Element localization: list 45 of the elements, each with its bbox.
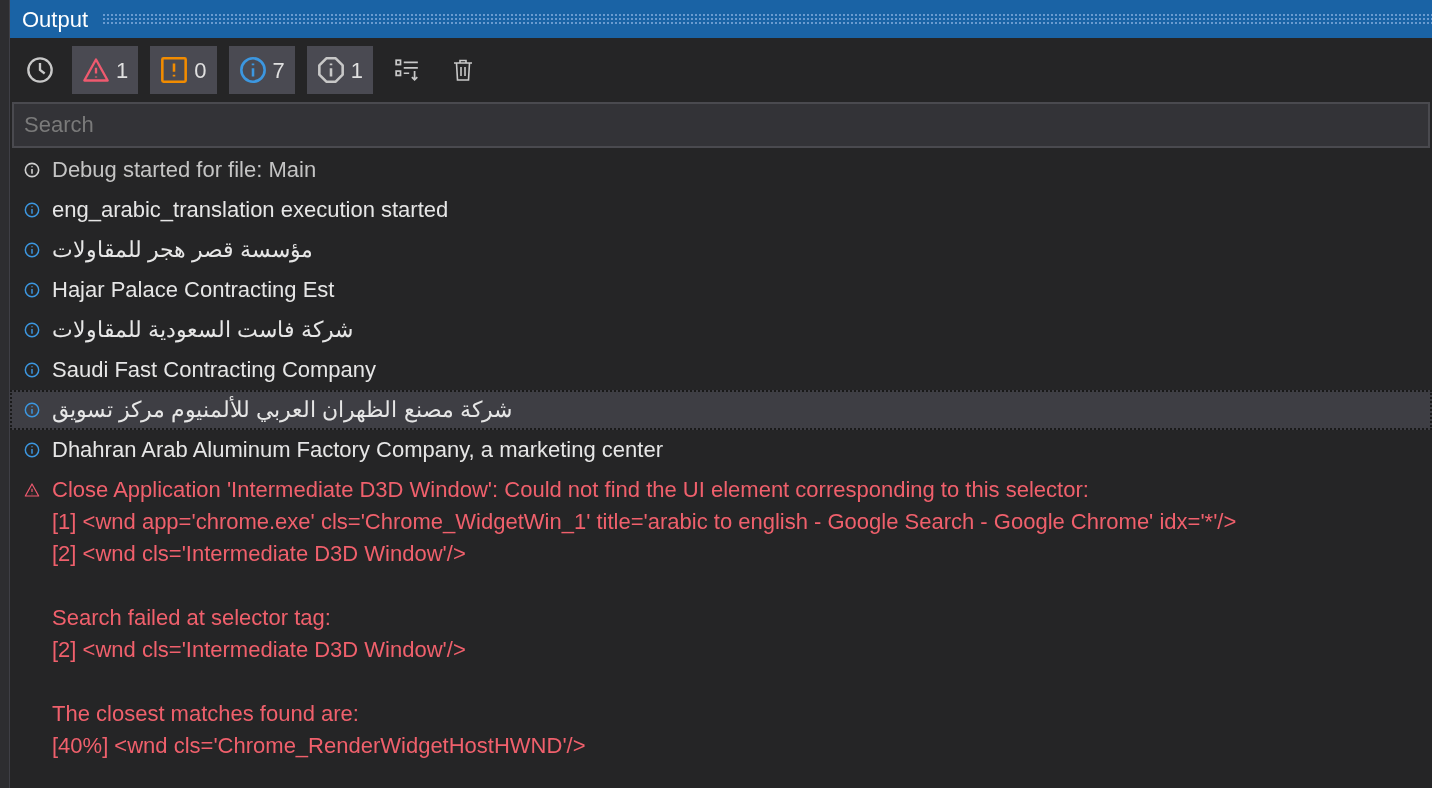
clock-icon: [26, 56, 54, 84]
info-icon: [24, 402, 40, 418]
info-icon: [238, 56, 267, 84]
log-message: [2] <wnd cls='Intermediate D3D Window'/>: [52, 540, 467, 568]
log-entry[interactable]: Debug started for file: Main: [10, 150, 1432, 190]
trash-icon: [451, 57, 475, 83]
info-icon: [24, 282, 40, 298]
info-icon: [24, 162, 40, 178]
filter-toggle[interactable]: 1: [72, 46, 139, 94]
log-message: The closest matches found are:: [52, 700, 360, 728]
info-icon: [24, 442, 40, 458]
info-icon: [24, 242, 40, 258]
info-octagon-icon: [316, 56, 345, 84]
info-icon: [24, 362, 40, 378]
warning-icon: [82, 56, 110, 84]
log-message: Close Application 'Intermediate D3D Window': Could not find the UI element corresponding to this selector:: [52, 476, 1090, 504]
log-entry[interactable]: مؤسسة قصر هجر للمقاولات: [10, 230, 1432, 270]
log-message: Hajar Palace Contracting Est: [52, 276, 335, 304]
log-entry[interactable]: شركة مصنع الظهران العربي للألمنيوم مركز تسويق: [10, 390, 1432, 430]
log-message: مؤسسة قصر هجر للمقاولات: [52, 236, 314, 265]
log-message: Dhahran Arab Aluminum Factory Company, a marketing center: [52, 436, 663, 464]
log-message: [1] <wnd app='chrome.exe' cls='Chrome_WidgetWin_1' title='arabic to english - Google Search - Google Chrome' idx='*'/>: [52, 508, 1237, 536]
info-icon: [24, 322, 40, 338]
warning-icon: [24, 482, 40, 498]
exclamation-icon: [160, 56, 189, 84]
filter-toggle[interactable]: 7: [228, 46, 295, 94]
log-message: Saudi Fast Contracting Company: [52, 356, 377, 384]
filter-toggle[interactable]: 1: [306, 46, 373, 94]
list-sort-icon: [394, 57, 420, 83]
log-entry[interactable]: Hajar Palace Contracting Est: [10, 270, 1432, 310]
log-message: [2] <wnd cls='Intermediate D3D Window'/>: [52, 636, 467, 664]
log-message: Debug started for file: Main: [52, 156, 317, 184]
log-message: Search failed at selector tag:: [52, 604, 332, 632]
log-message: شركة فاست السعودية للمقاولات: [52, 316, 354, 345]
log-message: شركة مصنع الظهران العربي للألمنيوم مركز تسويق: [52, 395, 512, 425]
log-entry[interactable]: Dhahran Arab Aluminum Factory Company, a marketing center: [10, 430, 1432, 470]
info-icon: [24, 202, 40, 218]
log-entry[interactable]: شركة فاست السعودية للمقاولات: [10, 310, 1432, 350]
log-entry[interactable]: eng_arabic_translation execution started: [10, 190, 1432, 230]
log-message: eng_arabic_translation execution started: [52, 196, 449, 224]
search-field[interactable]: Search: [12, 102, 1430, 148]
log-entry[interactable]: Saudi Fast Contracting Company: [10, 350, 1432, 390]
panel-title: Output: [22, 5, 89, 34]
filter-toggle[interactable]: 0: [150, 46, 217, 94]
log-message: [40%] <wnd cls='Chrome_RenderWidgetHostHWND'/>: [52, 732, 587, 760]
